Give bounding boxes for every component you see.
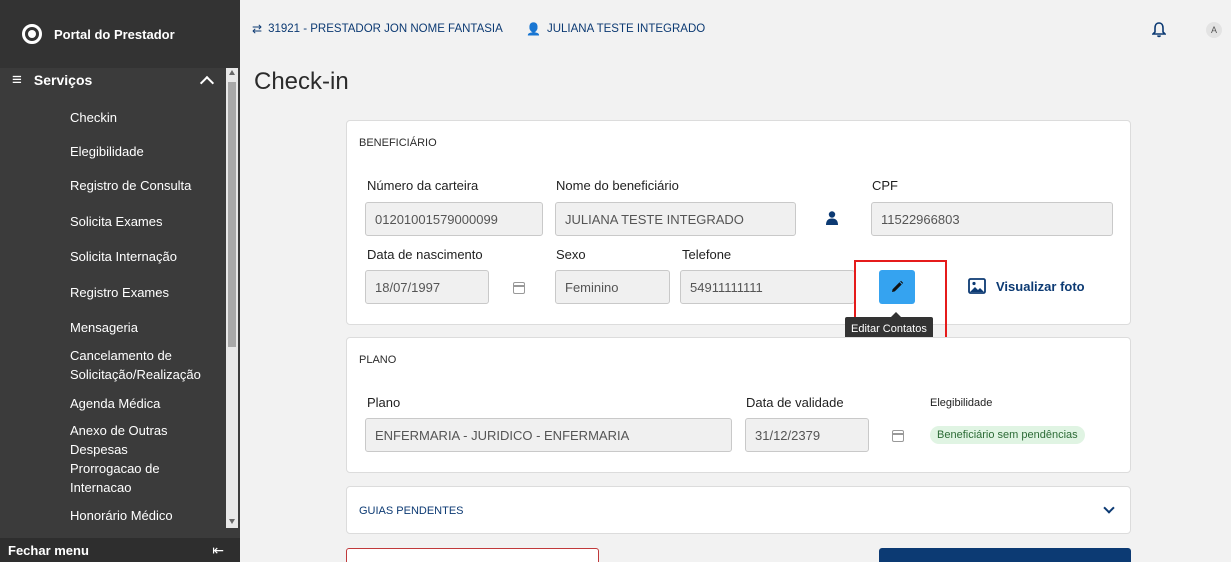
sidebar-item-prorrogacao[interactable]: Prorrogacao de Internacao xyxy=(70,459,190,497)
scroll-up-arrow-icon[interactable] xyxy=(229,70,235,75)
services-section-toggle[interactable]: ≡ Serviços xyxy=(0,68,226,92)
topbar: ⇄ 31921 - PRESTADOR JON NOME FANTASIA 👤 … xyxy=(240,0,1231,58)
view-photo-link[interactable]: Visualizar foto xyxy=(968,278,1085,294)
beneficiary-card: BENEFICIÁRIO Número da carteira 01201001… xyxy=(346,120,1131,325)
scroll-thumb[interactable] xyxy=(228,82,236,347)
sidebar-item-solicita-exames[interactable]: Solicita Exames xyxy=(70,212,162,231)
chevron-down-icon[interactable] xyxy=(1103,502,1115,514)
patient-label: JULIANA TESTE INTEGRADO xyxy=(546,23,706,35)
plan-section-title: PLANO xyxy=(359,354,397,366)
primary-action-button[interactable] xyxy=(879,548,1131,562)
cpf-field[interactable]: 11522966803 xyxy=(871,202,1113,236)
sidebar-item-cancelamento[interactable]: Cancelamento de Solicitação/Realização xyxy=(70,346,205,384)
sidebar-scrollbar[interactable] xyxy=(226,68,238,528)
patient-indicator[interactable]: 👤 JULIANA TESTE INTEGRADO xyxy=(526,22,705,36)
gender-field[interactable]: Feminino xyxy=(555,270,670,304)
provider-switch[interactable]: ⇄ 31921 - PRESTADOR JON NOME FANTASIA xyxy=(252,22,503,36)
sidebar-item-anexo-despesas[interactable]: Anexo de Outras Despesas xyxy=(70,421,190,459)
swap-icon: ⇄ xyxy=(252,22,263,36)
card-number-field[interactable]: 01201001579000099 xyxy=(365,202,543,236)
validity-field[interactable]: 31/12/2379 xyxy=(745,418,869,452)
sidebar-item-mensageria[interactable]: Mensageria xyxy=(70,318,138,337)
card-number-label: Número da carteira xyxy=(367,178,479,193)
eligibility-status-badge: Beneficiário sem pendências xyxy=(930,426,1085,444)
page-title: Check-in xyxy=(254,68,349,95)
close-menu-button[interactable]: Fechar menu ⇤ xyxy=(0,538,240,562)
secondary-action-button[interactable] xyxy=(346,548,599,562)
sidebar-item-elegibilidade[interactable]: Elegibilidade xyxy=(70,142,144,161)
logo-icon xyxy=(22,24,42,44)
sidebar-item-honorario[interactable]: Honorário Médico xyxy=(70,506,173,525)
calendar-icon[interactable] xyxy=(892,430,904,442)
close-menu-label: Fechar menu xyxy=(8,542,89,558)
gender-label: Sexo xyxy=(556,247,586,262)
calendar-icon[interactable] xyxy=(513,282,525,294)
cpf-label: CPF xyxy=(872,178,898,193)
plan-card: PLANO Plano ENFERMARIA - JURIDICO - ENFE… xyxy=(346,337,1131,473)
image-icon xyxy=(968,278,986,294)
sidebar-item-solicita-internacao[interactable]: Solicita Internação xyxy=(70,247,177,266)
collapse-arrow-icon: ⇤ xyxy=(212,541,224,558)
eligibility-label: Elegibilidade xyxy=(930,397,993,409)
birthdate-label: Data de nascimento xyxy=(367,247,483,262)
beneficiary-section-title: BENEFICIÁRIO xyxy=(359,137,437,149)
phone-label: Telefone xyxy=(682,247,732,262)
validity-label: Data de validade xyxy=(746,395,844,410)
brand-label: Portal do Prestador xyxy=(54,26,175,42)
sidebar: Portal do Prestador ≡ Serviços Checkin E… xyxy=(0,0,240,562)
plan-label: Plano xyxy=(367,395,401,410)
chevron-up-icon xyxy=(199,75,215,90)
provider-label: 31921 - PRESTADOR JON NOME FANTASIA xyxy=(268,23,503,35)
beneficiary-name-label: Nome do beneficiário xyxy=(556,178,679,193)
sidebar-item-registro-consulta[interactable]: Registro de Consulta xyxy=(70,176,191,195)
birthdate-field[interactable]: 18/07/1997 xyxy=(365,270,489,304)
plan-field[interactable]: ENFERMARIA - JURIDICO - ENFERMARIA xyxy=(365,418,732,452)
view-photo-label: Visualizar foto xyxy=(996,278,1085,294)
sidebar-item-checkin[interactable]: Checkin xyxy=(70,108,117,127)
phone-field[interactable]: 54911111111 xyxy=(680,270,855,304)
scroll-down-arrow-icon[interactable] xyxy=(229,519,235,524)
pending-guides-card[interactable]: GUIAS PENDENTES xyxy=(346,486,1131,534)
person-icon xyxy=(826,211,838,230)
avatar[interactable]: A xyxy=(1206,22,1222,38)
pending-guides-title: GUIAS PENDENTES xyxy=(359,505,464,517)
user-edit-icon: 👤 xyxy=(526,22,541,36)
sidebar-item-agenda-medica[interactable]: Agenda Médica xyxy=(70,394,160,413)
menu-icon: ≡ xyxy=(12,70,22,89)
sidebar-item-registro-exames[interactable]: Registro Exames xyxy=(70,283,169,302)
bell-icon[interactable] xyxy=(1151,22,1167,43)
beneficiary-name-field[interactable]: JULIANA TESTE INTEGRADO xyxy=(555,202,796,236)
sidebar-header: Portal do Prestador xyxy=(0,0,240,68)
services-section-label: Serviços xyxy=(33,72,93,88)
